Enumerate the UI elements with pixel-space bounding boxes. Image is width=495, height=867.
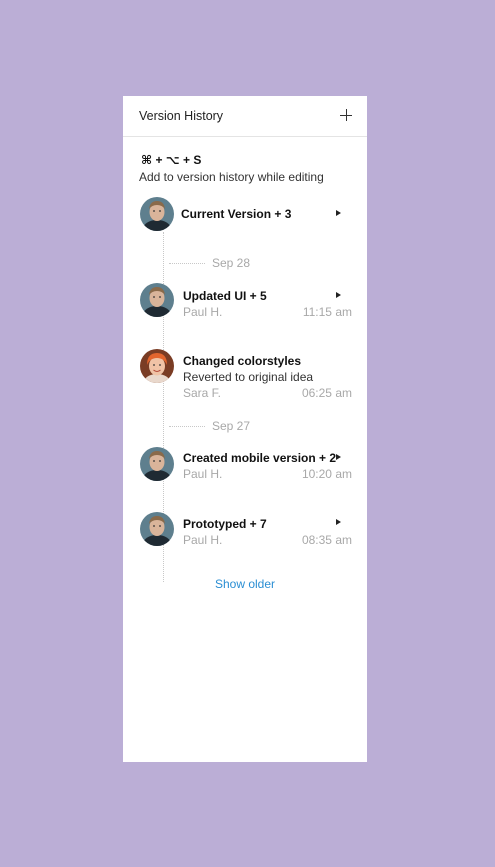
date-label: Sep 28 (212, 256, 251, 270)
entry-author: Paul H. (183, 533, 223, 547)
entry-author: Paul H. (183, 305, 223, 319)
avatar (140, 283, 174, 317)
panel-header: Version History (123, 96, 367, 137)
show-older-link[interactable]: Show older (123, 577, 367, 591)
entry-title: Created mobile version + 2 (183, 451, 337, 465)
date-dots (169, 263, 205, 264)
avatar (140, 512, 174, 546)
entry-title: Current Version + 3 (181, 207, 292, 221)
chevron-right-icon[interactable] (336, 519, 341, 525)
entry-subtitle: Reverted to original idea (183, 370, 314, 384)
version-history-panel: Version History ⌘ + ⌥ + S Add to version… (123, 96, 367, 762)
plus-icon[interactable] (336, 105, 356, 125)
chevron-right-icon[interactable] (336, 292, 341, 298)
entry-author: Sara F. (183, 386, 222, 400)
entry-title: Updated UI + 5 (183, 289, 267, 303)
entry-time: 10:20 am (301, 467, 352, 481)
entry-author: Paul H. (183, 467, 223, 481)
chevron-right-icon[interactable] (336, 454, 341, 460)
avatar (140, 197, 174, 231)
avatar (140, 349, 174, 383)
entry-time: 11:15 am (302, 305, 352, 319)
entry-title: Changed colorstyles (183, 354, 302, 368)
entry-time: 08:35 am (301, 533, 352, 547)
entry-title: Prototyped + 7 (183, 517, 267, 531)
entry-time: 06:25 am (301, 386, 352, 400)
date-label: Sep 27 (212, 419, 251, 433)
shortcut-description: Add to version history while editing (139, 170, 324, 184)
date-dots (169, 426, 205, 427)
panel-title: Version History (139, 109, 224, 123)
avatar (140, 447, 174, 481)
keyboard-shortcut: ⌘ + ⌥ + S (141, 153, 202, 167)
chevron-right-icon[interactable] (336, 210, 341, 216)
